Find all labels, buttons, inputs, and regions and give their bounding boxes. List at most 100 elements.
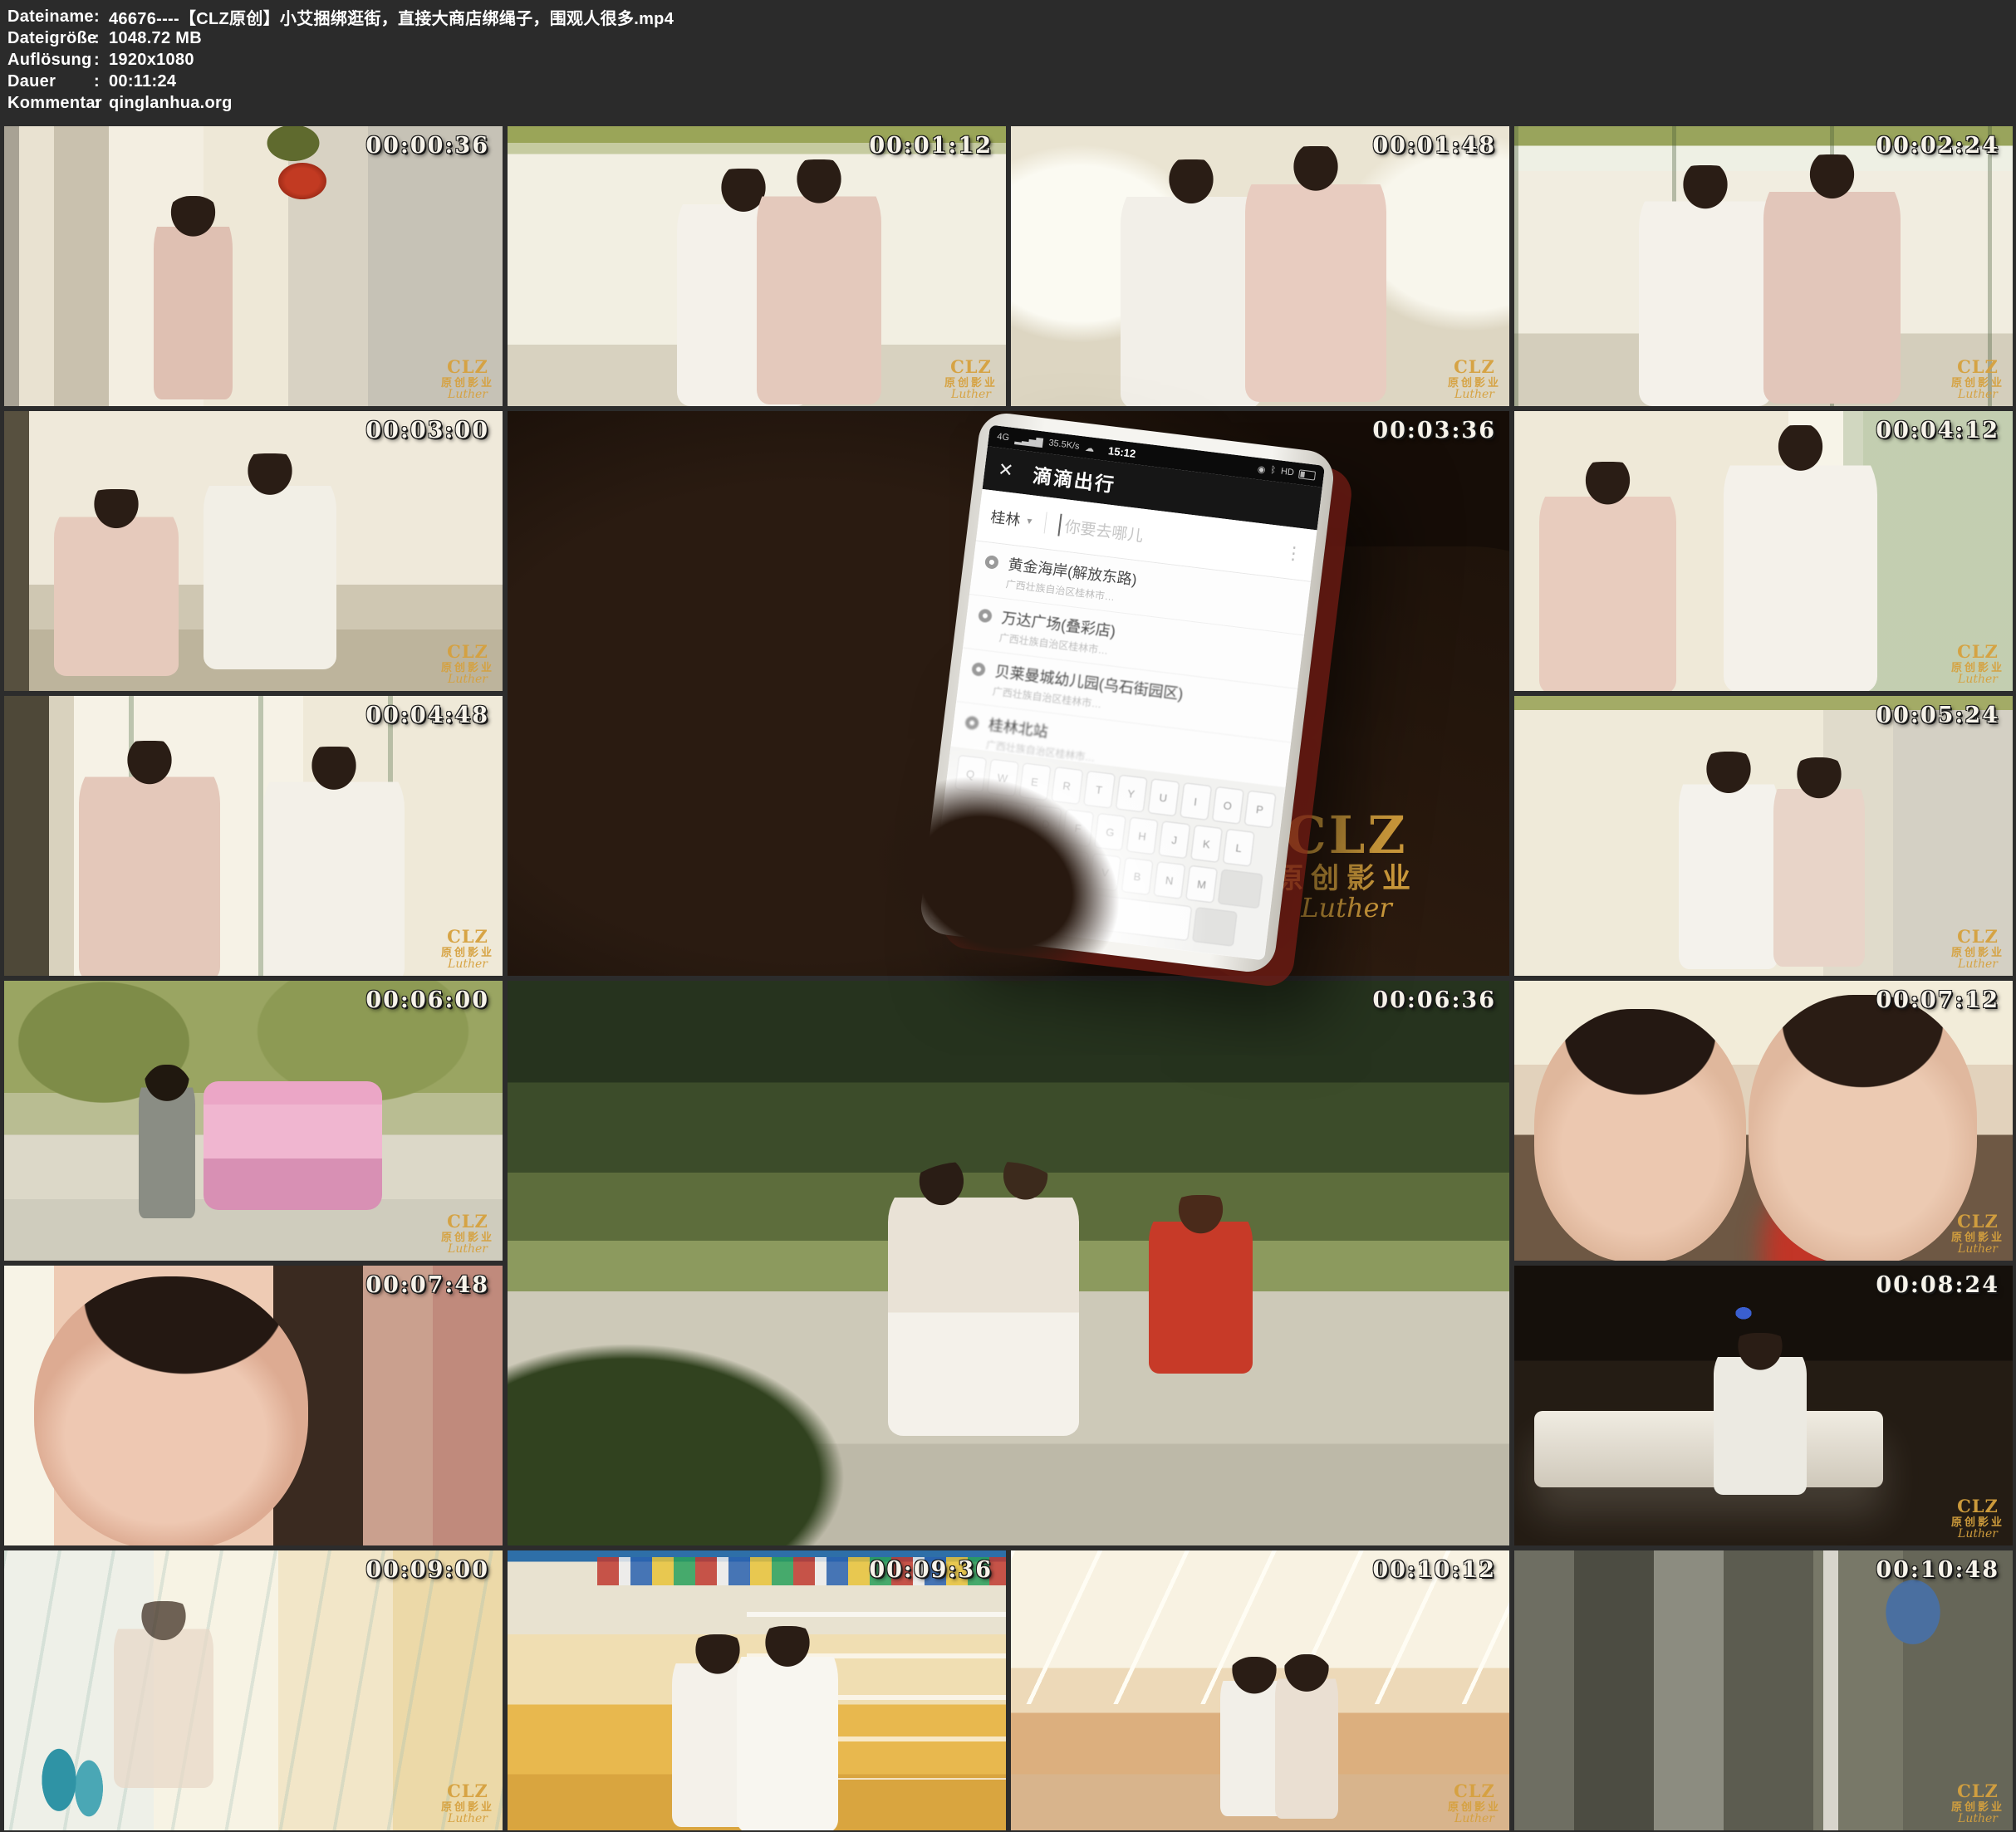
thumbnail-bright-shop-counter: 00:09:00CLZ原创影业Luther <box>4 1550 503 1830</box>
keyboard-key: J <box>1158 820 1190 859</box>
watermark-text: Luther <box>1951 1243 2004 1256</box>
watermark-text: 原创影业 <box>441 377 494 389</box>
clz-watermark: CLZ原创影业Luther <box>944 358 998 401</box>
watermark-text: 原创影业 <box>1951 1801 2004 1813</box>
clz-watermark: CLZ原创影业Luther <box>441 928 494 971</box>
watermark-text: CLZ <box>1951 643 2004 662</box>
meta-row-filename: Dateiname:46676----【CLZ原创】小艾捆绑逛街，直接大商店绑绳… <box>7 6 2016 27</box>
watermark-text: CLZ <box>1951 1782 2004 1801</box>
timestamp-overlay: 00:03:00 <box>365 418 489 443</box>
watermark-text: Luther <box>1951 674 2004 686</box>
scene-accent <box>278 163 326 199</box>
timestamp-overlay: 00:06:00 <box>365 987 489 1013</box>
clz-watermark: CLZ原创影业Luther <box>441 1782 494 1825</box>
keyboard-key: U <box>1147 778 1180 816</box>
search-results-list: 黄金海岸(解放东路)广西壮族自治区桂林市…万达广场(叠彩店)广西壮族自治区桂林市… <box>951 541 1311 787</box>
thumbnail-two-women-embrace: 00:01:12 CLZ原创影业Luther <box>508 126 1006 406</box>
timestamp-overlay: 00:01:12 <box>869 133 993 159</box>
watermark-text: CLZ <box>441 1212 494 1232</box>
clz-watermark: CLZ原创影业Luther <box>1951 928 2004 971</box>
contact-sheet-page: Dateiname:46676----【CLZ原创】小艾捆绑逛街，直接大商店绑绳… <box>0 0 2016 1832</box>
watermark-text: Luther <box>1275 894 1418 923</box>
network-label: 4G <box>997 432 1010 443</box>
meta-row-resolution: Auflösung:1920x1080 <box>7 49 2016 71</box>
watermark-text: CLZ <box>1951 928 2004 947</box>
watermark-text: CLZ <box>1448 1782 1501 1801</box>
scene-accent <box>139 1065 195 1218</box>
thumbnail-car-two-women-red-phone: 00:07:12CLZ原创影业Luther <box>1514 981 2013 1261</box>
download-speed: 35.5K/s <box>1048 438 1080 451</box>
timestamp-overlay: 00:02:24 <box>1876 133 1999 159</box>
scene-accent <box>1121 159 1262 406</box>
thumbnail-two-women-hair-fix: 00:01:48CLZ原创影业Luther <box>1011 126 1509 406</box>
keyboard-key: R <box>1051 767 1083 805</box>
watermark-text: CLZ <box>441 358 494 377</box>
scene-accent <box>1149 1195 1253 1374</box>
scene-accent <box>1534 1411 1883 1487</box>
divider <box>1044 512 1047 534</box>
clz-watermark: CLZ原创影业Luther <box>1951 358 2004 401</box>
keyboard-key: B <box>1121 857 1154 895</box>
watermark-text: 原创影业 <box>1951 1516 2004 1528</box>
watermark-text: 原创影业 <box>944 377 998 389</box>
watermark-text: 原创影业 <box>1951 947 2004 958</box>
city-selector: 桂林 <box>989 505 1022 530</box>
clock: 15:12 <box>1107 444 1136 460</box>
meta-separator: : <box>94 7 109 27</box>
watermark-text: CLZ <box>1448 358 1501 377</box>
clz-watermark: CLZ原创影业Luther <box>441 358 494 401</box>
thumbnail-supermarket-aisle: 00:09:36 <box>508 1550 1006 1830</box>
scene-accent <box>757 159 881 404</box>
watermark-text: 原创影业 <box>441 1232 494 1243</box>
timestamp-overlay: 00:04:12 <box>1876 418 1999 443</box>
meta-value-resolution: 1920x1080 <box>109 51 194 70</box>
meta-separator: : <box>94 29 109 48</box>
more-icon: ⋮ <box>1284 541 1304 564</box>
watermark-text: Luther <box>1951 1528 2004 1541</box>
scene-accent <box>1749 995 1977 1261</box>
watermark-text: 原创影业 <box>441 947 494 958</box>
watermark-text: CLZ <box>1951 358 2004 377</box>
timestamp-overlay: 00:07:48 <box>365 1272 489 1298</box>
watermark-text: CLZ <box>441 928 494 947</box>
thumbnail-store-two-women: 00:10:12CLZ原创影业Luther <box>1011 1550 1509 1830</box>
meta-label: Dauer <box>7 72 94 91</box>
meta-separator: : <box>94 94 109 113</box>
keyboard-key: M <box>1185 865 1218 904</box>
scene-accent <box>1275 1654 1338 1819</box>
watermark-text: Luther <box>441 958 494 971</box>
thumbnail-two-women-standing-room: 00:05:24CLZ原创影业Luther <box>1514 696 2013 976</box>
cloud-icon: ☁ <box>1085 442 1096 453</box>
clz-watermark: CLZ原创影业Luther <box>1951 1497 2004 1541</box>
timestamp-overlay: 00:06:36 <box>1372 987 1496 1013</box>
timestamp-overlay: 00:04:48 <box>365 703 489 728</box>
timestamp-overlay: 00:03:36 <box>1372 418 1496 443</box>
keyboard-key: T <box>1083 771 1116 809</box>
meta-label: Kommentar <box>7 94 94 113</box>
scene-accent <box>888 1162 1079 1436</box>
scene-accent <box>1639 165 1772 406</box>
scene-accent <box>1679 752 1778 969</box>
keyboard-key: P <box>1243 791 1276 829</box>
clz-watermark: CLZ原创影业Luther <box>441 1212 494 1256</box>
keyboard-key <box>1192 907 1238 947</box>
status-right-icons: ◉ ᛒ HD <box>1257 463 1316 481</box>
watermark-text: Luther <box>1951 389 2004 401</box>
clz-watermark: CLZ原创影业Luther <box>1951 643 2004 686</box>
watermark-text: CLZ <box>1951 1497 2004 1516</box>
watermark-text: 原创影业 <box>1448 1801 1501 1813</box>
watermark-text: 原创影业 <box>1448 377 1501 389</box>
watermark-text: Luther <box>944 389 998 401</box>
keyboard-key: N <box>1153 861 1185 899</box>
search-placeholder: 你要去哪儿 <box>1057 513 1145 546</box>
meta-separator: : <box>94 51 109 70</box>
watermark-text: Luther <box>1951 958 2004 971</box>
watermark-text: Luther <box>441 674 494 686</box>
watermark-text: 原创影业 <box>1951 662 2004 674</box>
keyboard-key: K <box>1190 825 1223 863</box>
keyboard-key: O <box>1211 786 1243 825</box>
close-icon: ✕ <box>997 458 1014 482</box>
watermark-text: CLZ <box>441 643 494 662</box>
watermark-text: Luther <box>441 1243 494 1256</box>
watermark-text: Luther <box>441 1813 494 1825</box>
